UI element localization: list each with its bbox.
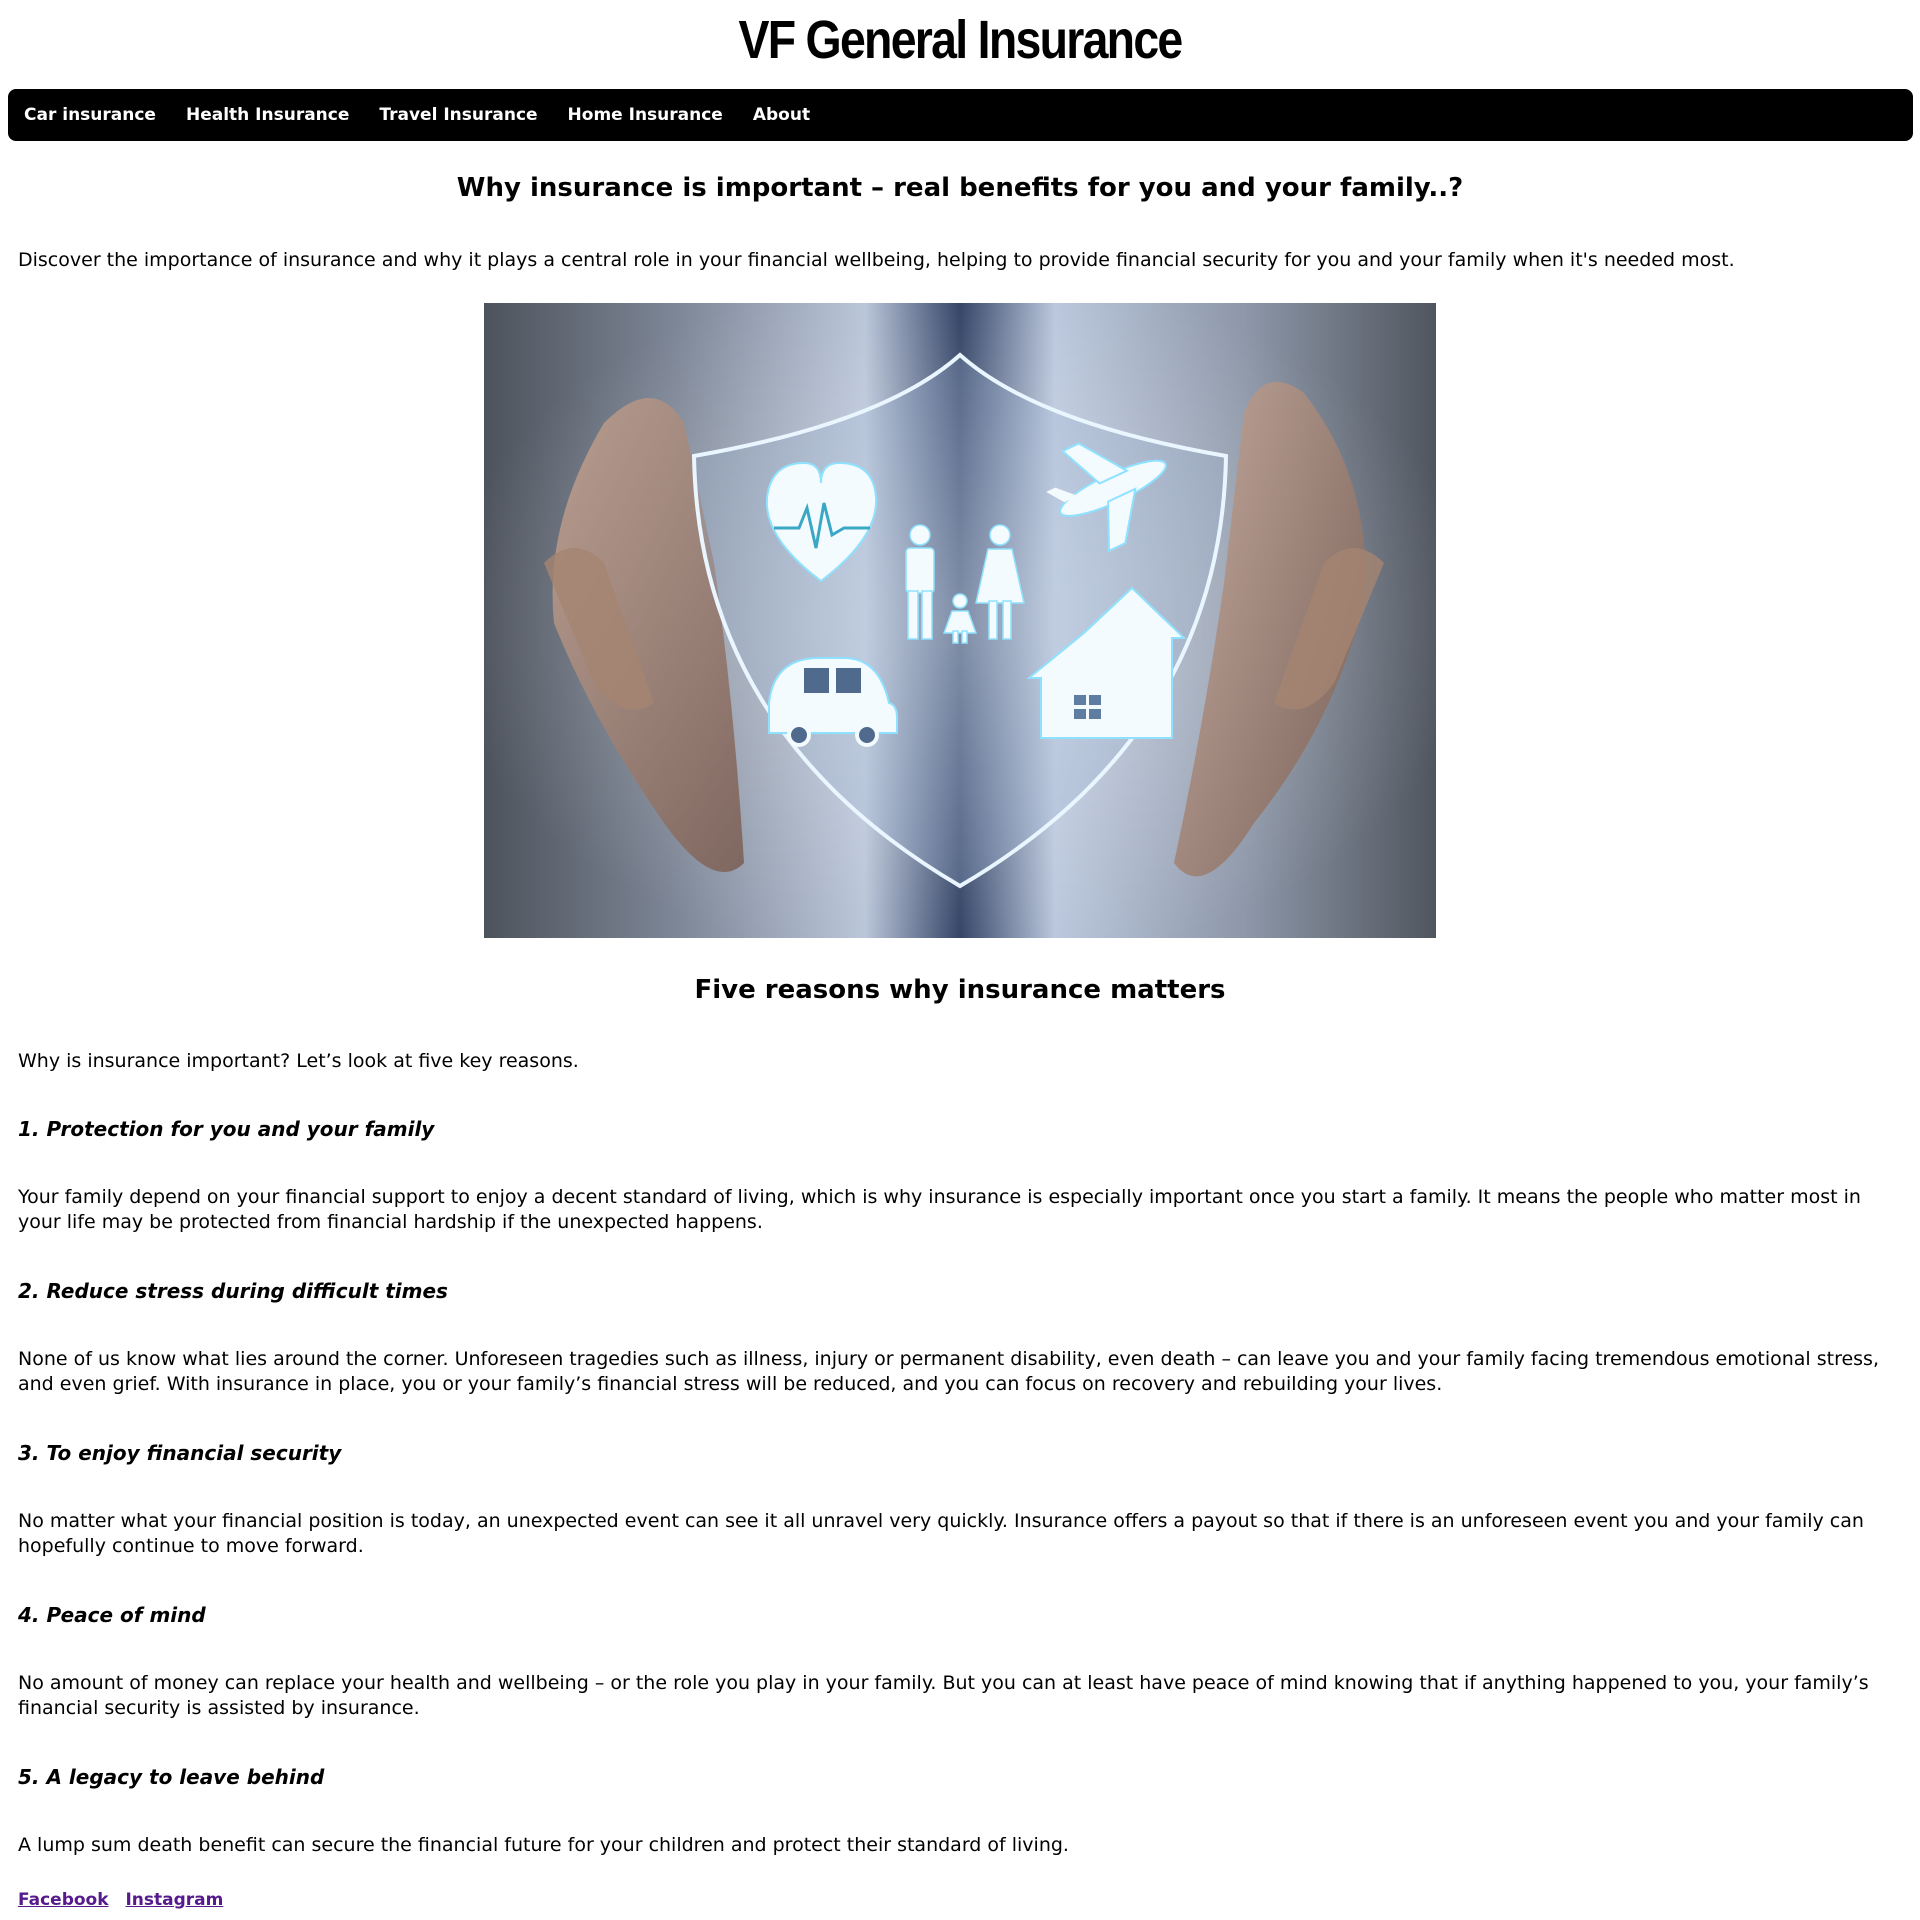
reason-5-title: 5. A legacy to leave behind [18,1765,325,1789]
nav-item-travel-insurance[interactable]: Travel Insurance [364,105,552,125]
reasons-intro: Why is insurance important? Let’s look a… [18,1050,579,1072]
reason-2-title: 2. Reduce stress during difficult times [18,1279,448,1303]
facebook-link[interactable]: Facebook [18,1890,109,1910]
intro-paragraph: Discover the importance of insurance and… [18,249,1735,271]
nav-item-health-insurance[interactable]: Health Insurance [171,105,364,125]
nav-item-car-insurance[interactable]: Car insurance [8,105,171,125]
reasons-heading: Five reasons why insurance matters [694,975,1226,1005]
reason-1-body: Your family depend on your financial sup… [18,1186,1861,1233]
site-title: VF General Insurance [738,10,1183,70]
hero-image [484,303,1436,938]
reason-3-title: 3. To enjoy financial security [18,1441,342,1465]
reason-5-body: A lump sum death benefit can secure the … [18,1834,1069,1856]
reason-3-body: No matter what your financial position i… [18,1510,1864,1557]
reason-1-title: 1. Protection for you and your family [18,1117,435,1141]
reason-2-body: None of us know what lies around the cor… [18,1348,1879,1395]
main-navbar: Car insurance Health Insurance Travel In… [8,89,1913,141]
footer-links: Facebook Instagram [18,1888,234,1912]
reason-4-body: No amount of money can replace your heal… [18,1672,1869,1719]
nav-item-home-insurance[interactable]: Home Insurance [553,105,738,125]
instagram-link[interactable]: Instagram [125,1890,223,1910]
page-heading: Why insurance is important – real benefi… [456,173,1464,203]
nav-item-about[interactable]: About [738,105,825,125]
reason-4-title: 4. Peace of mind [18,1603,206,1627]
